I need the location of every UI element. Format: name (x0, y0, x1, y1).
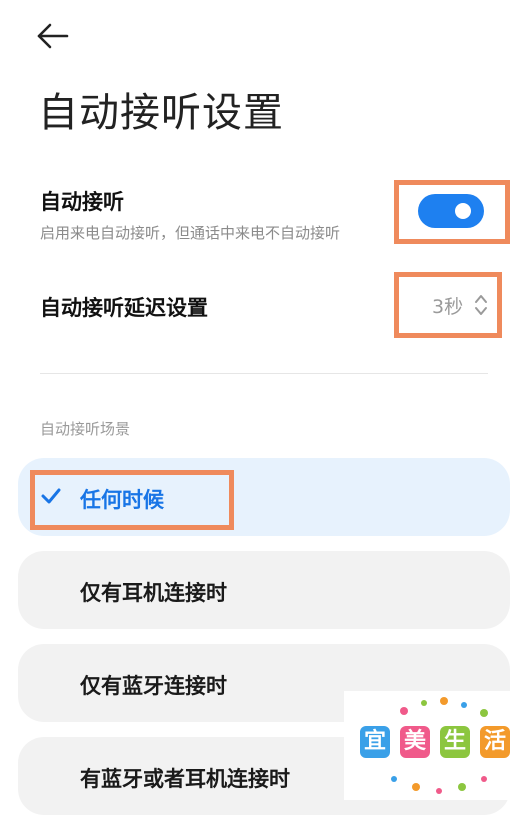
delay-setting-label: 自动接听延迟设置 (40, 296, 208, 320)
scenario-option-label: 仅有蓝牙连接时 (80, 674, 227, 698)
scenario-option-label: 仅有耳机连接时 (80, 581, 227, 605)
back-arrow-icon[interactable] (36, 22, 70, 50)
page-title: 自动接听设置 (38, 90, 284, 136)
watermark-logo: 宜 美 生 活 (344, 691, 527, 800)
highlight-box-anytime (30, 470, 234, 530)
watermark-char: 美 (400, 726, 430, 758)
scenario-option-headset[interactable]: 仅有耳机连接时 (18, 551, 510, 629)
divider (40, 373, 488, 374)
auto-answer-description: 启用来电自动接听，但通话中来电不自动接听 (40, 224, 341, 242)
auto-answer-label: 自动接听 (40, 190, 124, 214)
delay-setting-selector[interactable]: 3秒 (394, 272, 502, 338)
watermark-char: 活 (480, 726, 510, 758)
scenario-option-label: 有蓝牙或者耳机连接时 (80, 767, 290, 791)
highlight-box-delay (394, 272, 502, 338)
section-label: 自动接听场景 (40, 420, 131, 438)
highlight-box-toggle (394, 180, 510, 244)
watermark-char: 生 (440, 726, 470, 758)
watermark-char: 宜 (360, 726, 390, 758)
auto-answer-toggle-area[interactable] (394, 180, 510, 244)
